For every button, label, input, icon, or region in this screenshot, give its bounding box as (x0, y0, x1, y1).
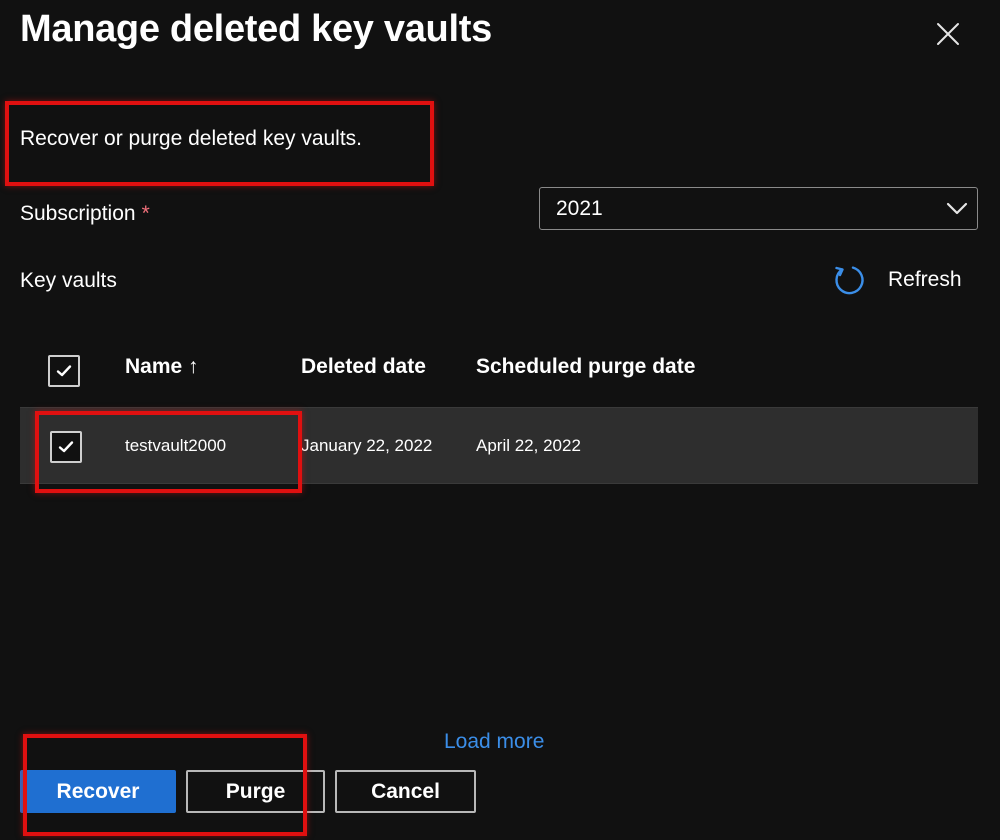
cancel-button[interactable]: Cancel (335, 770, 476, 813)
row-checkbox[interactable] (50, 431, 82, 463)
purge-button[interactable]: Purge (186, 770, 325, 813)
dialog-title: Manage deleted key vaults (20, 8, 492, 50)
required-marker: * (141, 202, 150, 225)
row-deleted-date: January 22, 2022 (301, 436, 433, 455)
key-vaults-label: Key vaults (20, 269, 117, 292)
chevron-down-icon (937, 189, 977, 229)
close-icon (937, 23, 959, 45)
subscription-dropdown[interactable]: 2021 (539, 187, 978, 230)
dialog-description: Recover or purge deleted key vaults. (20, 127, 363, 150)
subscription-label-text: Subscription (20, 202, 136, 225)
subscription-selected-value: 2021 (556, 196, 603, 220)
column-header-deleted-date: Deleted date (301, 355, 426, 378)
checkmark-icon (56, 365, 72, 377)
load-more-link[interactable]: Load more (444, 730, 544, 754)
refresh-icon (835, 266, 864, 295)
column-header-name[interactable]: Name ↑ (125, 355, 199, 379)
checkmark-icon (58, 441, 74, 453)
manage-deleted-key-vaults-panel: Manage deleted key vaults Recover or pur… (0, 0, 1000, 840)
refresh-button[interactable]: Refresh (832, 260, 962, 300)
row-vault-name: testvault2000 (125, 436, 227, 455)
recover-button[interactable]: Recover (20, 770, 176, 813)
row-purge-date: April 22, 2022 (476, 436, 581, 455)
close-button[interactable] (928, 14, 968, 54)
select-all-checkbox[interactable] (48, 355, 80, 387)
refresh-label: Refresh (888, 268, 962, 291)
subscription-label: Subscription * (20, 202, 150, 226)
column-header-purge-date: Scheduled purge date (476, 355, 696, 378)
